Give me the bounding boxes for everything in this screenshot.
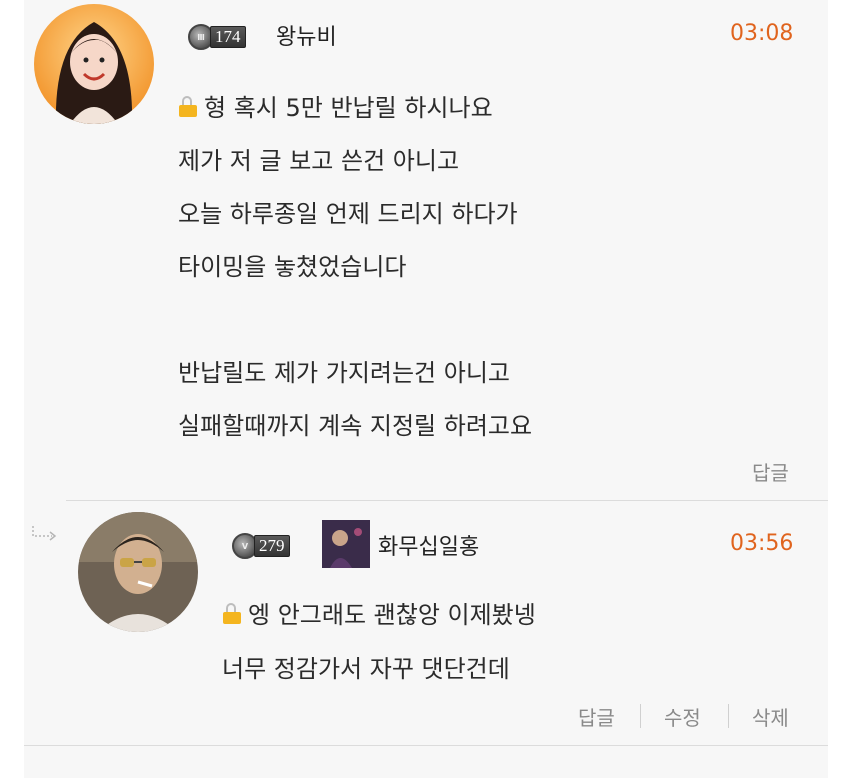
username[interactable]: 왕뉴비 (276, 19, 337, 51)
reply-button[interactable]: 답글 (578, 702, 615, 731)
comment-line-3: 오늘 하루종일 언제 드리지 하다가 (178, 200, 518, 228)
comment-line-2: 너무 정감가서 자꾸 댓단건데 (222, 655, 510, 683)
reply-arrow-icon (30, 524, 60, 548)
comment-2: Ⅴ 279 화무십일홍 03:56 엥 안그래도 괜찮앙 이제봤넹 너무 정감가… (0, 500, 850, 750)
lock-icon (222, 603, 242, 624)
comment-line-5: 반납릴도 제가 가지려는건 아니고 (178, 359, 511, 387)
separator (640, 704, 641, 728)
divider (24, 745, 828, 746)
lock-icon (178, 96, 198, 117)
comment-line-6: 실패할때까지 계속 지정릴 하려고요 (178, 412, 533, 440)
reply-button[interactable]: 답글 (752, 457, 789, 486)
username[interactable]: 화무십일홍 (378, 529, 479, 561)
delete-button[interactable]: 삭제 (752, 702, 789, 731)
user-thumbnail (322, 520, 370, 568)
comment-1: Ⅲ 174 왕뉴비 03:08 형 혹시 5만 반납릴 하시나요 제가 저 글 … (0, 0, 850, 500)
comment-text: 엥 안그래도 괜찮앙 이제봤넹 (248, 601, 536, 629)
timestamp: 03:56 (730, 531, 794, 556)
level-badge: Ⅴ 279 (232, 533, 290, 559)
comment-line-2: 제가 저 글 보고 쓴건 아니고 (178, 147, 460, 175)
comment-line-4: 타이밍을 놓쳤었습니다 (178, 253, 407, 281)
comment-line-1: 형 혹시 5만 반납릴 하시나요 (178, 88, 493, 123)
comment-line-1: 엥 안그래도 괜찮앙 이제봤넹 (222, 595, 536, 630)
edit-button[interactable]: 수정 (664, 702, 701, 731)
timestamp: 03:08 (730, 21, 794, 46)
avatar-wangnyubi[interactable] (34, 4, 154, 124)
comment-text: 형 혹시 5만 반납릴 하시나요 (204, 94, 493, 122)
avatar-hwamusibilhong[interactable] (78, 512, 198, 632)
level-number: 174 (210, 26, 246, 48)
level-badge: Ⅲ 174 (188, 24, 246, 50)
level-number: 279 (254, 535, 290, 557)
separator (728, 704, 729, 728)
